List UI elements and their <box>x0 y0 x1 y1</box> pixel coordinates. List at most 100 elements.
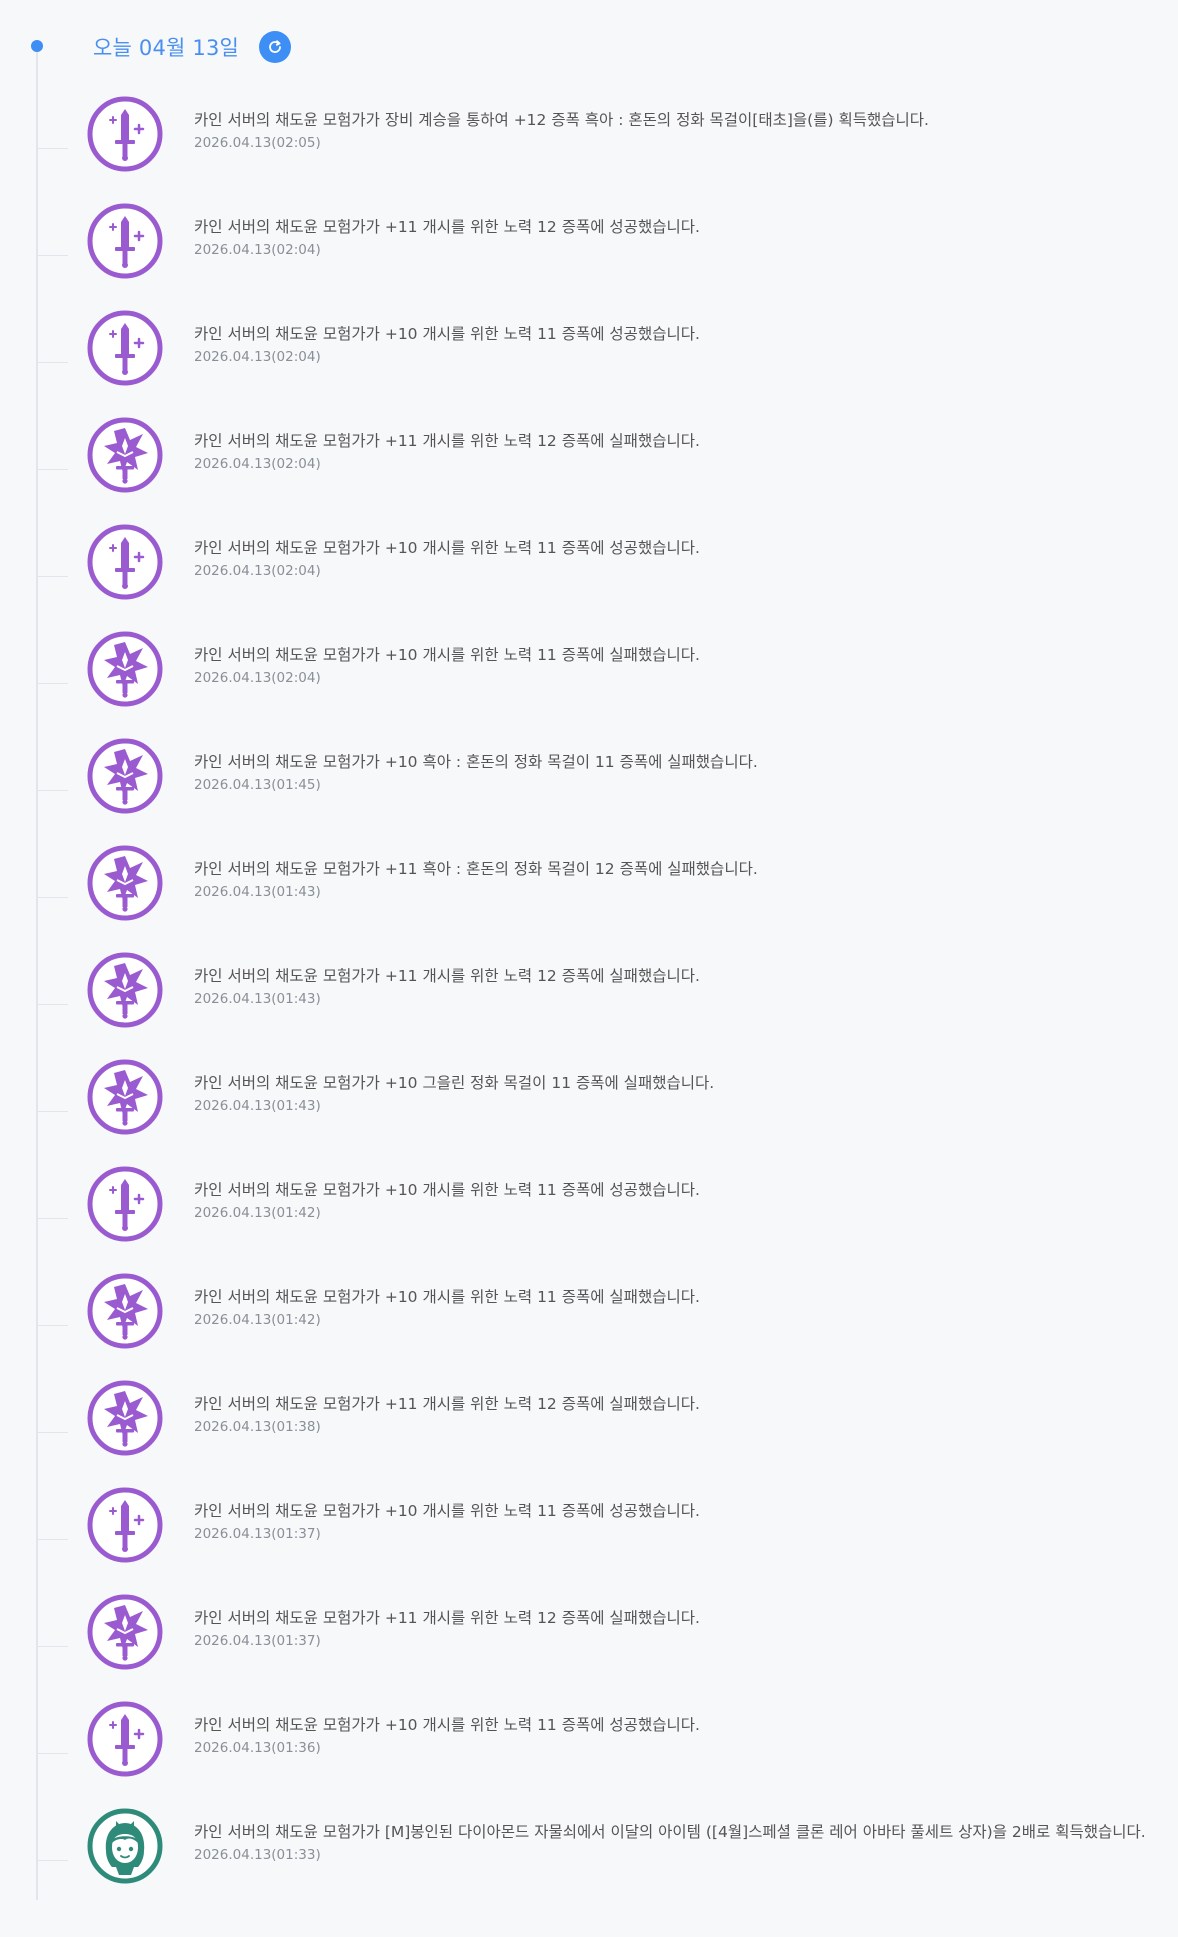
entry-message: 카인 서버의 채도윤 모험가가 +10 개시를 위한 노력 11 증폭에 성공했… <box>194 325 700 343</box>
timeline-branch <box>38 683 68 684</box>
entry-text: 카인 서버의 채도윤 모험가가 +11 개시를 위한 노력 12 증폭에 실패했… <box>194 1393 1148 1435</box>
timeline-entry: 카인 서버의 채도윤 모험가가 +11 개시를 위한 노력 12 증폭에 실패했… <box>0 416 1178 523</box>
timeline-entry: 카인 서버의 채도윤 모험가가 +10 개시를 위한 노력 11 증폭에 실패했… <box>0 1272 1178 1379</box>
broken-star-sword-icon <box>86 737 164 815</box>
entry-timestamp: 2026.04.13(01:43) <box>194 1098 321 1114</box>
entry-message: 카인 서버의 채도윤 모험가가 [M]봉인된 다이아몬드 자물쇠에서 이달의 아… <box>194 1823 1146 1841</box>
entry-text: 카인 서버의 채도윤 모험가가 [M]봉인된 다이아몬드 자물쇠에서 이달의 아… <box>194 1821 1148 1863</box>
sword-sparkle-icon <box>86 1486 164 1564</box>
entry-text: 카인 서버의 채도윤 모험가가 +10 개시를 위한 노력 11 증폭에 성공했… <box>194 1714 1148 1756</box>
timeline-branch <box>38 1646 68 1647</box>
entry-text: 카인 서버의 채도윤 모험가가 +10 개시를 위한 노력 11 증폭에 실패했… <box>194 644 1148 686</box>
broken-star-sword-icon <box>86 1058 164 1136</box>
broken-star-sword-icon <box>86 1593 164 1671</box>
entry-message: 카인 서버의 채도윤 모험가가 +10 개시를 위한 노력 11 증폭에 성공했… <box>194 1716 700 1734</box>
entry-timestamp: 2026.04.13(01:33) <box>194 1847 321 1863</box>
timeline-branch <box>38 1432 68 1433</box>
timeline-entry: 카인 서버의 채도윤 모험가가 [M]봉인된 다이아몬드 자물쇠에서 이달의 아… <box>0 1807 1178 1937</box>
entry-message: 카인 서버의 채도윤 모험가가 +11 개시를 위한 노력 12 증폭에 실패했… <box>194 967 700 985</box>
sword-sparkle-icon <box>86 95 164 173</box>
broken-star-sword-icon <box>86 1379 164 1457</box>
entry-text: 카인 서버의 채도윤 모험가가 +11 흑아 : 혼돈의 정화 목걸이 12 증… <box>194 858 1148 900</box>
entry-text: 카인 서버의 채도윤 모험가가 +10 개시를 위한 노력 11 증폭에 성공했… <box>194 537 1148 579</box>
entry-message: 카인 서버의 채도윤 모험가가 +11 흑아 : 혼돈의 정화 목걸이 12 증… <box>194 860 758 878</box>
entry-text: 카인 서버의 채도윤 모험가가 +11 개시를 위한 노력 12 증폭에 성공했… <box>194 216 1148 258</box>
broken-star-sword-icon <box>86 1272 164 1350</box>
refresh-icon <box>269 40 281 53</box>
entry-timestamp: 2026.04.13(02:04) <box>194 670 321 686</box>
timeline-branch <box>38 790 68 791</box>
entry-timestamp: 2026.04.13(01:42) <box>194 1205 321 1221</box>
sword-sparkle-icon <box>86 202 164 280</box>
entry-timestamp: 2026.04.13(02:04) <box>194 242 321 258</box>
broken-star-sword-icon <box>86 844 164 922</box>
entry-message: 카인 서버의 채도윤 모험가가 +11 개시를 위한 노력 12 증폭에 실패했… <box>194 1609 700 1627</box>
date-header: 오늘 04월 13일 <box>93 30 292 64</box>
entry-message: 카인 서버의 채도윤 모험가가 +11 개시를 위한 노력 12 증폭에 실패했… <box>194 432 700 450</box>
timeline-entries: 카인 서버의 채도윤 모험가가 장비 계승을 통하여 +12 증폭 흑아 : 혼… <box>0 95 1178 1937</box>
timeline-entry: 카인 서버의 채도윤 모험가가 +10 개시를 위한 노력 11 증폭에 성공했… <box>0 309 1178 416</box>
entry-message: 카인 서버의 채도윤 모험가가 +11 개시를 위한 노력 12 증폭에 실패했… <box>194 1395 700 1413</box>
entry-timestamp: 2026.04.13(02:04) <box>194 349 321 365</box>
entry-message: 카인 서버의 채도윤 모험가가 장비 계승을 통하여 +12 증폭 흑아 : 혼… <box>194 111 929 129</box>
sword-sparkle-icon <box>86 309 164 387</box>
timeline-entry: 카인 서버의 채도윤 모험가가 +11 개시를 위한 노력 12 증폭에 성공했… <box>0 202 1178 309</box>
entry-text: 카인 서버의 채도윤 모험가가 +11 개시를 위한 노력 12 증폭에 실패했… <box>194 1607 1148 1649</box>
timeline-branch <box>38 897 68 898</box>
timeline-branch <box>38 1860 68 1861</box>
timeline-branch <box>38 148 68 149</box>
timeline-branch <box>38 1111 68 1112</box>
entry-timestamp: 2026.04.13(02:04) <box>194 456 321 472</box>
entry-text: 카인 서버의 채도윤 모험가가 +10 개시를 위한 노력 11 증폭에 성공했… <box>194 323 1148 365</box>
entry-text: 카인 서버의 채도윤 모험가가 +10 그을린 정화 목걸이 11 증폭에 실패… <box>194 1072 1148 1114</box>
sword-sparkle-icon <box>86 1165 164 1243</box>
entry-timestamp: 2026.04.13(01:45) <box>194 777 321 793</box>
entry-message: 카인 서버의 채도윤 모험가가 +10 개시를 위한 노력 11 증폭에 성공했… <box>194 1181 700 1199</box>
timeline-branch <box>38 255 68 256</box>
entry-timestamp: 2026.04.13(01:36) <box>194 1740 321 1756</box>
entry-message: 카인 서버의 채도윤 모험가가 +10 개시를 위한 노력 11 증폭에 성공했… <box>194 1502 700 1520</box>
timeline-branch <box>38 1539 68 1540</box>
entry-message: 카인 서버의 채도윤 모험가가 +10 개시를 위한 노력 11 증폭에 성공했… <box>194 539 700 557</box>
sword-sparkle-icon <box>86 523 164 601</box>
timeline-branch <box>38 1325 68 1326</box>
entry-timestamp: 2026.04.13(01:38) <box>194 1419 321 1435</box>
sword-sparkle-icon <box>86 1700 164 1778</box>
entry-timestamp: 2026.04.13(01:43) <box>194 991 321 1007</box>
timeline-branch <box>38 469 68 470</box>
entry-timestamp: 2026.04.13(02:05) <box>194 135 321 151</box>
timeline-entry: 카인 서버의 채도윤 모험가가 +10 흑아 : 혼돈의 정화 목걸이 11 증… <box>0 737 1178 844</box>
entry-message: 카인 서버의 채도윤 모험가가 +10 흑아 : 혼돈의 정화 목걸이 11 증… <box>194 753 758 771</box>
entry-text: 카인 서버의 채도윤 모험가가 +10 개시를 위한 노력 11 증폭에 실패했… <box>194 1286 1148 1328</box>
activity-timeline: 오늘 04월 13일 카인 서버의 채도윤 모험가가 장비 계승을 통하여 +1… <box>0 0 1178 1900</box>
entry-message: 카인 서버의 채도윤 모험가가 +10 개시를 위한 노력 11 증폭에 실패했… <box>194 646 700 664</box>
date-label: 오늘 04월 13일 <box>93 36 240 60</box>
timeline-entry: 카인 서버의 채도윤 모험가가 +10 개시를 위한 노력 11 증폭에 성공했… <box>0 1486 1178 1593</box>
timeline-branch <box>38 1753 68 1754</box>
entry-message: 카인 서버의 채도윤 모험가가 +11 개시를 위한 노력 12 증폭에 성공했… <box>194 218 700 236</box>
entry-text: 카인 서버의 채도윤 모험가가 장비 계승을 통하여 +12 증폭 흑아 : 혼… <box>194 109 1148 151</box>
refresh-button[interactable] <box>259 31 292 63</box>
entry-timestamp: 2026.04.13(01:42) <box>194 1312 321 1328</box>
broken-star-sword-icon <box>86 416 164 494</box>
entry-timestamp: 2026.04.13(01:37) <box>194 1633 321 1649</box>
timeline-branch <box>38 1004 68 1005</box>
entry-text: 카인 서버의 채도윤 모험가가 +10 개시를 위한 노력 11 증폭에 성공했… <box>194 1500 1148 1542</box>
timeline-branch <box>38 576 68 577</box>
entry-message: 카인 서버의 채도윤 모험가가 +10 개시를 위한 노력 11 증폭에 실패했… <box>194 1288 700 1306</box>
entry-text: 카인 서버의 채도윤 모험가가 +11 개시를 위한 노력 12 증폭에 실패했… <box>194 965 1148 1007</box>
entry-text: 카인 서버의 채도윤 모험가가 +11 개시를 위한 노력 12 증폭에 실패했… <box>194 430 1148 472</box>
entry-message: 카인 서버의 채도윤 모험가가 +10 그을린 정화 목걸이 11 증폭에 실패… <box>194 1074 715 1092</box>
entry-timestamp: 2026.04.13(01:37) <box>194 1526 321 1542</box>
character-avatar-icon <box>86 1807 164 1885</box>
timeline-entry: 카인 서버의 채도윤 모험가가 +10 개시를 위한 노력 11 증폭에 실패했… <box>0 630 1178 737</box>
timeline-entry: 카인 서버의 채도윤 모험가가 +10 그을린 정화 목걸이 11 증폭에 실패… <box>0 1058 1178 1165</box>
entry-timestamp: 2026.04.13(01:43) <box>194 884 321 900</box>
timeline-branch <box>38 362 68 363</box>
timeline-entry: 카인 서버의 채도윤 모험가가 +11 개시를 위한 노력 12 증폭에 실패했… <box>0 951 1178 1058</box>
broken-star-sword-icon <box>86 951 164 1029</box>
timeline-branch <box>38 1218 68 1219</box>
entry-text: 카인 서버의 채도윤 모험가가 +10 흑아 : 혼돈의 정화 목걸이 11 증… <box>194 751 1148 793</box>
entry-timestamp: 2026.04.13(02:04) <box>194 563 321 579</box>
timeline-entry: 카인 서버의 채도윤 모험가가 +10 개시를 위한 노력 11 증폭에 성공했… <box>0 523 1178 630</box>
